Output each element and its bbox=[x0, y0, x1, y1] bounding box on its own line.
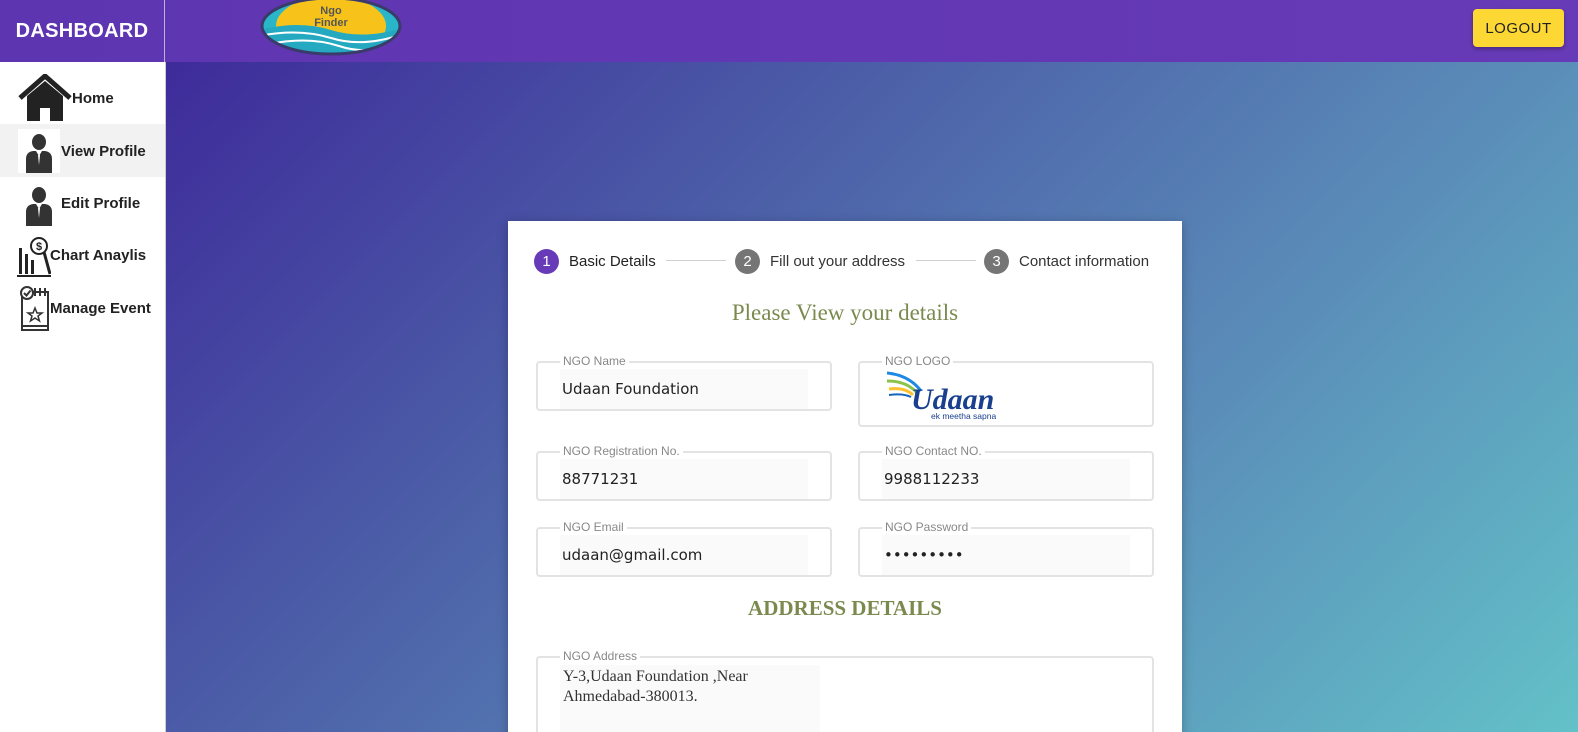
address-field: NGO Address Y-3,Udaan Foundation ,Near A… bbox=[536, 649, 1154, 732]
field-label: NGO Email bbox=[560, 520, 627, 534]
sidebar-item-label: View Profile bbox=[61, 143, 146, 160]
email-input[interactable]: udaan@gmail.com bbox=[560, 535, 808, 575]
top-app-bar: DASHBOARD Ngo Finder LOGOUT bbox=[0, 0, 1578, 62]
step-label: Contact information bbox=[1019, 252, 1150, 270]
sidebar-item-label: Chart Anaylis bbox=[50, 247, 147, 264]
contact-number-input[interactable]: 9988112233 bbox=[882, 459, 1130, 499]
field-label: NGO Registration No. bbox=[560, 444, 683, 458]
ngo-finder-logo: Ngo Finder bbox=[260, 0, 402, 56]
step-number: 1 bbox=[534, 248, 559, 274]
step-contact-information[interactable]: 3 Contact information bbox=[984, 248, 1149, 274]
field-label: NGO Address bbox=[560, 649, 641, 663]
step-number: 3 bbox=[984, 248, 1009, 274]
address-heading: ADDRESS DETAILS bbox=[748, 596, 942, 620]
sidebar-item-view-profile[interactable]: View Profile bbox=[0, 124, 165, 177]
step-connector bbox=[916, 260, 976, 261]
field-label: NGO Contact NO. bbox=[882, 444, 985, 458]
logout-button[interactable]: LOGOUT bbox=[1473, 9, 1564, 47]
step-connector bbox=[666, 260, 726, 261]
sidebar-item-manage-event[interactable]: Manage Event bbox=[0, 281, 165, 335]
sidebar-item-chart-analysis[interactable]: $ Chart Anaylis bbox=[0, 229, 165, 281]
sidebar-item-label: Home bbox=[72, 90, 114, 107]
person-icon bbox=[18, 182, 60, 226]
udaan-logo-image: Udaan ek meetha sapna bbox=[886, 371, 996, 421]
sidebar-item-edit-profile[interactable]: Edit Profile bbox=[0, 177, 165, 229]
form-heading: Please View your details bbox=[731, 300, 959, 325]
step-label: Basic Details bbox=[569, 252, 656, 270]
registration-number-field: NGO Registration No. 88771231 bbox=[536, 444, 832, 501]
udaan-logo-tagline: ek meetha sapna bbox=[931, 411, 996, 421]
person-icon bbox=[18, 129, 60, 173]
logo-text-finder: Finder bbox=[314, 17, 348, 29]
calendar-icon bbox=[18, 284, 52, 332]
ngo-logo-field: NGO LOGO Udaan ek meetha sapna bbox=[858, 354, 1154, 427]
field-label: NGO Name bbox=[560, 354, 629, 368]
ngo-name-input[interactable]: Udaan Foundation bbox=[560, 369, 808, 409]
password-input[interactable]: ••••••••• bbox=[882, 535, 1130, 575]
ngo-name-field: NGO Name Udaan Foundation bbox=[536, 354, 832, 411]
main-content: 1 Basic Details 2 Fill out your address … bbox=[166, 62, 1578, 732]
password-field: NGO Password ••••••••• bbox=[858, 520, 1154, 577]
sidebar-item-home[interactable]: Home bbox=[0, 72, 165, 124]
email-field: NGO Email udaan@gmail.com bbox=[536, 520, 832, 577]
step-number: 2 bbox=[735, 248, 760, 274]
registration-number-input[interactable]: 88771231 bbox=[560, 459, 808, 499]
sidebar-item-label: Edit Profile bbox=[61, 195, 141, 212]
home-icon bbox=[18, 74, 72, 121]
profile-card: 1 Basic Details 2 Fill out your address … bbox=[508, 221, 1182, 732]
address-textarea[interactable]: Y-3,Udaan Foundation ,Near Ahmedabad-380… bbox=[560, 665, 820, 732]
step-address[interactable]: 2 Fill out your address bbox=[735, 248, 905, 274]
contact-number-field: NGO Contact NO. 9988112233 bbox=[858, 444, 1154, 501]
field-label: NGO Password bbox=[882, 520, 972, 534]
step-label: Fill out your address bbox=[770, 252, 906, 270]
chart-icon: $ bbox=[17, 234, 51, 278]
sidebar-item-label: Manage Event bbox=[50, 300, 151, 317]
logo-text-ngo: Ngo bbox=[320, 5, 342, 17]
sidebar: Home View Profile Edit Profile $ Chart A… bbox=[0, 62, 166, 732]
dashboard-title: DASHBOARD bbox=[0, 0, 165, 62]
step-basic-details[interactable]: 1 Basic Details bbox=[534, 248, 656, 274]
svg-text:$: $ bbox=[36, 241, 42, 253]
field-label: NGO LOGO bbox=[882, 354, 954, 368]
